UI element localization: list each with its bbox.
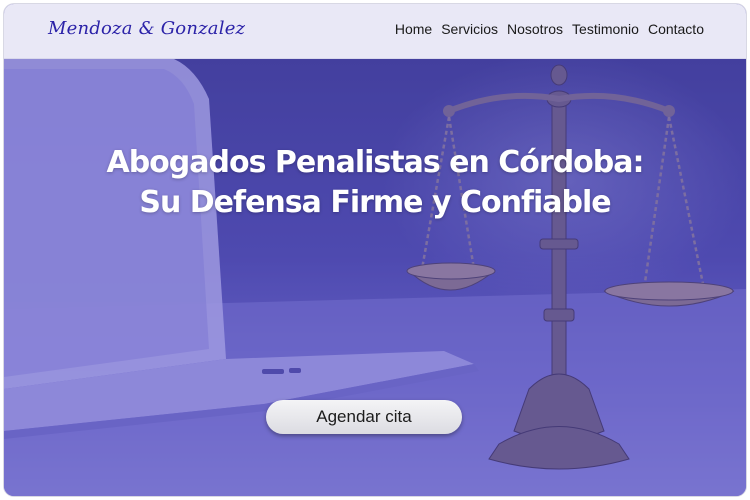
nav-testimonio-link[interactable]: Testimonio <box>572 21 639 37</box>
nav-nosotros-link[interactable]: Nosotros <box>507 21 563 37</box>
hero-headline-line-2: Su Defensa Firme y Confiable <box>139 185 611 220</box>
nav-home-link[interactable]: Home <box>395 21 432 37</box>
hero-headline-line-1: Abogados Penalistas en Córdoba: <box>106 145 644 180</box>
nav-menu: Home Servicios Nosotros Testimonio Conta… <box>395 21 704 37</box>
nav-contacto-link[interactable]: Contacto <box>648 21 704 37</box>
navbar: Mendoza & Gonzalez Home Servicios Nosotr… <box>4 4 746 59</box>
brand-logo[interactable]: Mendoza & Gonzalez <box>48 18 245 39</box>
page-frame: Mendoza & Gonzalez Home Servicios Nosotr… <box>4 4 746 496</box>
nav-servicios-link[interactable]: Servicios <box>441 21 498 37</box>
agendar-cita-button[interactable]: Agendar cita <box>266 400 462 434</box>
hero-headline: Abogados Penalistas en Córdoba: Su Defen… <box>4 143 746 223</box>
hero-section: Abogados Penalistas en Córdoba: Su Defen… <box>4 59 746 496</box>
